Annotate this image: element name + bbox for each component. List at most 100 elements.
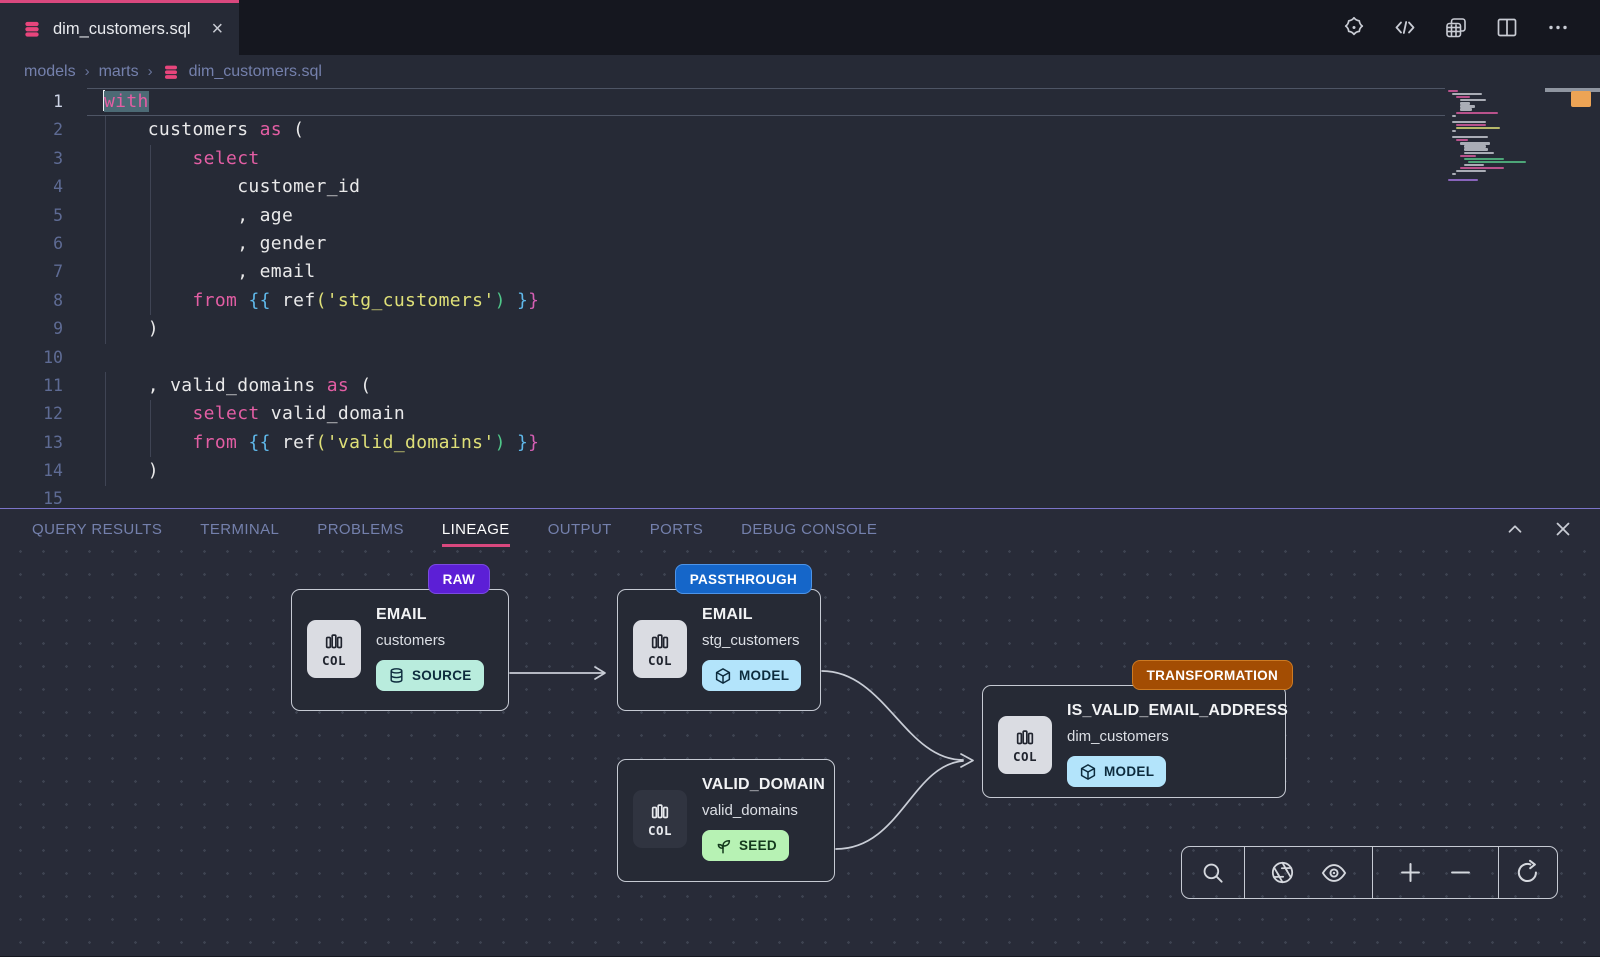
code-line-10[interactable] (0, 344, 1600, 372)
code-line-12[interactable]: select valid_domain (0, 400, 1600, 428)
query-results-panel-icon[interactable] (1444, 16, 1468, 40)
column-name: VALID_DOMAIN (702, 776, 825, 794)
aperture-icon[interactable] (1269, 859, 1296, 886)
bottom-panel: QUERY RESULTS TERMINAL PROBLEMS LINEAGE OUTP… (0, 508, 1600, 956)
lineage-canvas[interactable]: RAW COL EMAIL customers SOURCE PASSTHROUGH COL… (0, 549, 1600, 957)
minimap-line (1460, 99, 1486, 101)
search-icon[interactable] (1200, 860, 1226, 886)
code-line-3[interactable]: select (0, 145, 1600, 173)
panel-tab-terminal[interactable]: TERMINAL (200, 521, 279, 538)
code-line-13[interactable]: from {{ ref('valid_domains') }} (0, 429, 1600, 457)
code-editor[interactable]: 123456789101112131415 with customers as … (0, 88, 1600, 508)
eye-icon[interactable] (1320, 859, 1348, 887)
minimap-line (1452, 136, 1488, 138)
indent-guide (150, 400, 151, 457)
panel-maximize-icon[interactable] (1504, 518, 1526, 540)
code-line-11[interactable]: , valid_domains as ( (0, 372, 1600, 400)
editor-tab-bar: dim_customers.sql × (0, 0, 1600, 55)
zoom-in-icon[interactable] (1397, 859, 1424, 886)
minimap-line (1456, 96, 1470, 98)
minimap-line (1468, 161, 1526, 163)
materialization-badge-seed: SEED (702, 830, 789, 861)
panel-tab-debug-console[interactable]: DEBUG CONSOLE (741, 521, 877, 538)
code-line-2[interactable]: customers as ( (0, 116, 1600, 144)
minimap-line (1464, 145, 1486, 147)
model-name: dim_customers (1067, 728, 1169, 745)
materialization-badge-model: MODEL (1067, 756, 1166, 787)
editor-tab-dim-customers[interactable]: dim_customers.sql × (0, 0, 239, 55)
code-line-6[interactable]: , gender (0, 230, 1600, 258)
minimap-line (1452, 121, 1486, 123)
code-line-8[interactable]: from {{ ref('stg_customers') }} (0, 287, 1600, 315)
panel-tab-query-results[interactable]: QUERY RESULTS (32, 521, 162, 538)
indent-guide (105, 372, 106, 486)
column-name: EMAIL (376, 606, 427, 624)
code-line-4[interactable]: customer_id (0, 173, 1600, 201)
more-actions-icon[interactable] (1546, 16, 1570, 40)
minimap-line (1456, 112, 1498, 114)
code-line-5[interactable]: , age (0, 202, 1600, 230)
breadcrumb-separator: › (85, 63, 90, 80)
code-line-9[interactable]: ) (0, 315, 1600, 343)
minimap-line (1452, 93, 1482, 95)
code-line-15[interactable] (0, 485, 1600, 508)
minimap-line (1452, 173, 1456, 175)
column-type-icon: COL (633, 790, 687, 848)
panel-tab-problems[interactable]: PROBLEMS (317, 521, 404, 538)
code-line-1[interactable]: with (0, 88, 1600, 116)
overview-ruler-cursor-marker (1571, 91, 1591, 107)
minimap-line (1460, 108, 1472, 110)
panel-tab-ports[interactable]: PORTS (650, 521, 703, 538)
minimap-line (1460, 105, 1475, 107)
code-line-7[interactable]: , email (0, 258, 1600, 286)
code-lines: with customers as ( select customer_id ,… (0, 88, 1600, 508)
model-name: stg_customers (702, 632, 800, 649)
panel-tab-row: QUERY RESULTS TERMINAL PROBLEMS LINEAGE OUTP… (0, 509, 1600, 549)
breadcrumb-separator: › (148, 63, 153, 80)
materialization-badge-model: MODEL (702, 660, 801, 691)
editor-actions (1342, 0, 1600, 55)
minimap-line (1448, 90, 1458, 92)
model-name: customers (376, 632, 445, 649)
indent-guide (150, 145, 151, 315)
column-tag-raw: RAW (428, 564, 490, 594)
lineage-node-dim_customers[interactable]: TRANSFORMATIONCOLIS_VALID_EMAIL_ADDRESSd… (982, 685, 1286, 798)
tab-close-icon[interactable]: × (212, 19, 224, 39)
dbt-logo-icon[interactable] (1342, 16, 1366, 40)
minimap[interactable] (1448, 90, 1560, 182)
minimap-line (1456, 170, 1486, 172)
zoom-out-icon[interactable] (1447, 859, 1474, 886)
indent-guide (105, 116, 106, 343)
materialization-badge-source: SOURCE (376, 660, 484, 691)
breadcrumb-marts[interactable]: marts (99, 63, 139, 81)
minimap-line (1448, 179, 1478, 181)
column-tag-passthrough: PASSTHROUGH (675, 564, 812, 594)
column-type-icon: COL (307, 620, 361, 678)
breadcrumb-models[interactable]: models (24, 63, 76, 81)
minimap-line (1464, 148, 1488, 150)
minimap-line (1464, 164, 1484, 166)
column-tag-transformation: TRANSFORMATION (1132, 660, 1293, 690)
split-editor-icon[interactable] (1495, 16, 1519, 40)
minimap-line (1452, 130, 1456, 132)
minimap-line (1452, 115, 1456, 117)
minimap-line (1456, 139, 1468, 141)
lineage-node-customers[interactable]: RAWCOLEMAILcustomersSOURCE (291, 589, 509, 711)
refresh-icon[interactable] (1514, 859, 1541, 886)
lineage-node-stg_customers[interactable]: PASSTHROUGHCOLEMAILstg_customersMODEL (617, 589, 821, 711)
panel-tab-output[interactable]: OUTPUT (548, 521, 612, 538)
panel-close-icon[interactable] (1552, 518, 1574, 540)
minimap-line (1464, 158, 1504, 160)
panel-actions (1504, 509, 1600, 549)
lineage-node-valid_domains[interactable]: COLVALID_DOMAINvalid_domainsSEED (617, 759, 835, 882)
panel-tab-lineage[interactable]: LINEAGE (442, 521, 510, 538)
database-icon (22, 19, 42, 39)
code-line-14[interactable]: ) (0, 457, 1600, 485)
inline-code-icon[interactable] (1393, 16, 1417, 40)
column-name: IS_VALID_EMAIL_ADDRESS (1067, 702, 1288, 720)
database-icon (162, 63, 180, 81)
column-type-icon: COL (998, 716, 1052, 774)
vscode-window: dim_customers.sql × models › marts › (0, 0, 1600, 956)
lineage-toolbar (1181, 846, 1558, 899)
breadcrumb-file[interactable]: dim_customers.sql (189, 63, 322, 81)
